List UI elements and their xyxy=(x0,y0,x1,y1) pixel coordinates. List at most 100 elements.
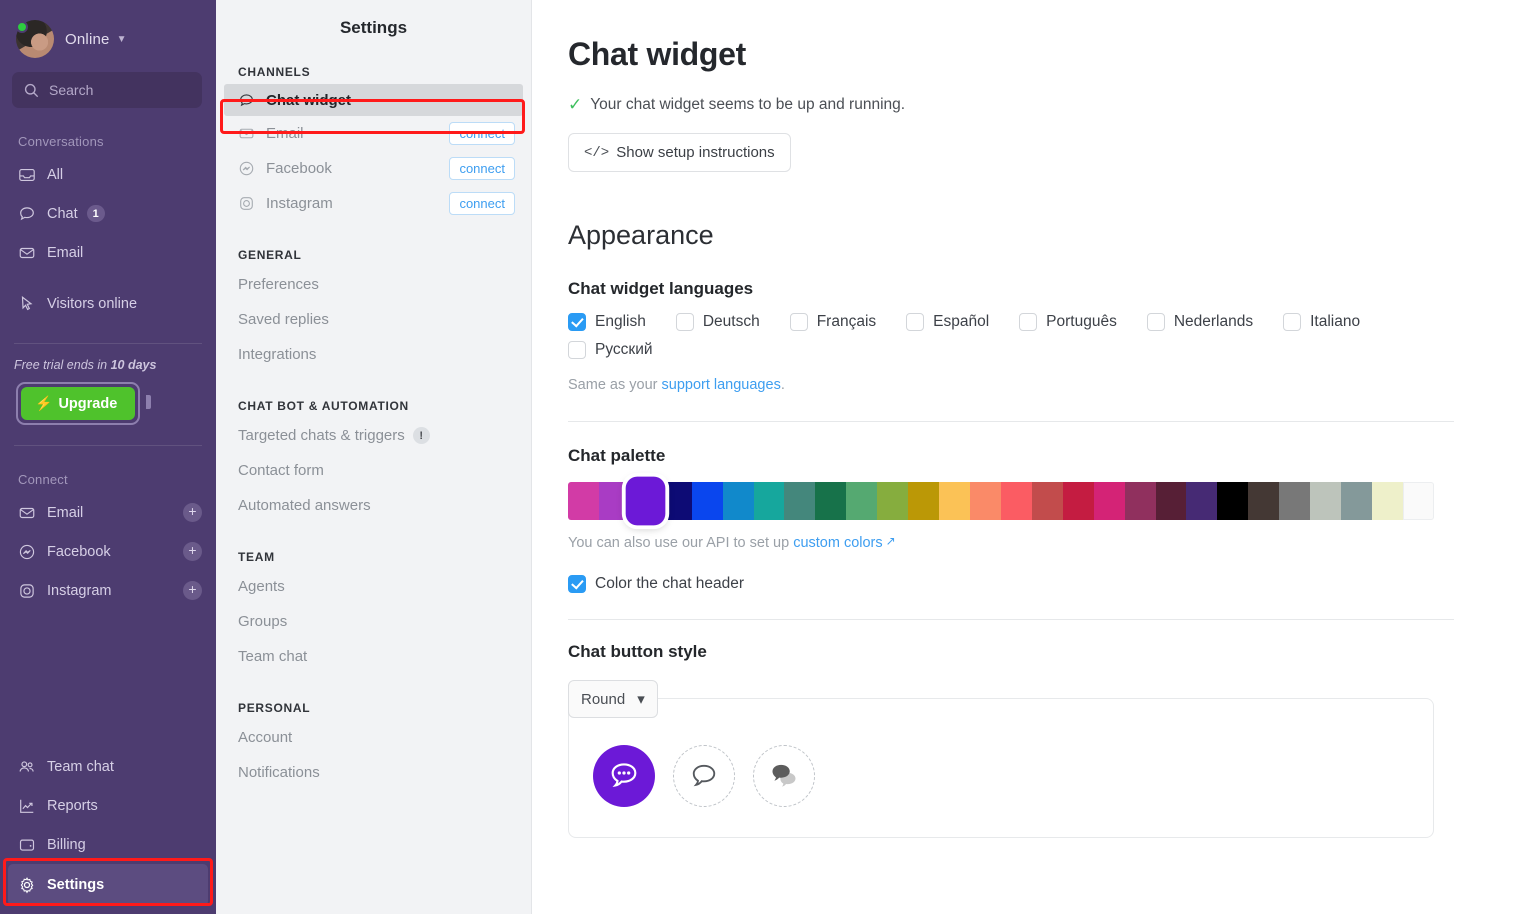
checkbox-english[interactable] xyxy=(568,313,586,331)
settings-item-instagram[interactable]: Instagram connect xyxy=(216,186,531,221)
support-languages-link[interactable]: support languages xyxy=(662,377,781,393)
language-option-francais[interactable]: Français xyxy=(789,313,876,331)
connect-instagram-button[interactable]: connect xyxy=(449,192,515,215)
language-option-nederlands[interactable]: Nederlands xyxy=(1146,313,1254,331)
checkbox-nederlands[interactable] xyxy=(1146,313,1165,331)
palette-swatch-11[interactable] xyxy=(908,482,940,520)
settings-item-automated-answers[interactable]: Automated answers xyxy=(216,488,531,523)
connect-email-button[interactable]: connect xyxy=(449,122,515,145)
sidebar-item-all[interactable]: All xyxy=(0,155,216,194)
palette-swatch-3[interactable] xyxy=(660,482,692,520)
sidebar-item-reports[interactable]: Reports xyxy=(0,786,216,825)
settings-item-account[interactable]: Account xyxy=(216,720,531,755)
connect-item-email[interactable]: Email + xyxy=(0,493,216,532)
avatar[interactable] xyxy=(16,20,54,58)
checkbox-color-chat-header[interactable] xyxy=(568,575,586,593)
profile-row[interactable]: Online ▼ xyxy=(0,0,216,64)
language-option-english[interactable]: English xyxy=(568,313,646,331)
language-label: Italiano xyxy=(1310,313,1361,330)
palette-swatch-19[interactable] xyxy=(1155,482,1187,520)
palette-swatch-7[interactable] xyxy=(784,482,816,520)
people-icon xyxy=(18,758,40,776)
languages-hint: Same as your support languages. xyxy=(568,377,1479,393)
settings-item-agents[interactable]: Agents xyxy=(216,569,531,604)
palette-swatch-27[interactable] xyxy=(1402,482,1434,520)
palette-swatch-15[interactable] xyxy=(1031,482,1063,520)
upgrade-button[interactable]: ⚡ Upgrade xyxy=(21,387,136,420)
palette-swatch-14[interactable] xyxy=(1000,482,1032,520)
add-instagram-button[interactable]: + xyxy=(183,581,202,600)
palette-swatch-9[interactable] xyxy=(846,482,878,520)
languages-hint-prefix: Same as your xyxy=(568,377,662,393)
settings-item-team-chat[interactable]: Team chat xyxy=(216,639,531,674)
language-option-russian[interactable]: Русский xyxy=(568,341,1449,359)
palette-swatch-13[interactable] xyxy=(969,482,1001,520)
settings-item-integrations[interactable]: Integrations xyxy=(216,337,531,372)
settings-item-chat-widget[interactable]: Chat widget xyxy=(224,84,523,116)
palette-swatch-5[interactable] xyxy=(722,482,754,520)
sidebar-item-team-chat[interactable]: Team chat xyxy=(0,747,216,786)
language-option-portugues[interactable]: Português xyxy=(1019,313,1117,331)
chat-palette-swatches[interactable] xyxy=(568,476,1434,526)
settings-item-email[interactable]: Email connect xyxy=(216,116,531,151)
palette-swatch-10[interactable] xyxy=(877,482,909,520)
settings-item-preferences[interactable]: Preferences xyxy=(216,267,531,302)
checkbox-russian[interactable] xyxy=(568,341,586,359)
settings-item-groups[interactable]: Groups xyxy=(216,604,531,639)
sidebar-item-email[interactable]: Email xyxy=(0,233,216,272)
search-input[interactable]: Search xyxy=(12,72,202,108)
language-option-italiano[interactable]: Italiano xyxy=(1283,313,1360,331)
chevron-down-icon[interactable]: ▼ xyxy=(117,34,127,45)
conversations-heading: Conversations xyxy=(18,134,104,149)
palette-swatch-23[interactable] xyxy=(1279,482,1311,520)
checkbox-francais[interactable] xyxy=(789,313,808,331)
palette-swatch-18[interactable] xyxy=(1124,482,1156,520)
color-chat-header-label: Color the chat header xyxy=(595,575,745,592)
connect-facebook-button[interactable]: connect xyxy=(449,157,515,180)
chat-button-option-double-bubble[interactable] xyxy=(753,745,815,807)
trial-prefix: Free trial ends in xyxy=(14,358,108,372)
sidebar-item-chat[interactable]: Chat 1 xyxy=(0,194,216,233)
language-label: Nederlands xyxy=(1173,313,1254,330)
palette-swatch-21[interactable] xyxy=(1217,482,1249,520)
connect-item-facebook[interactable]: Facebook + xyxy=(0,532,216,571)
checkbox-deutsch[interactable] xyxy=(675,313,694,331)
palette-swatch-17[interactable] xyxy=(1093,482,1125,520)
checkbox-espanol[interactable] xyxy=(906,313,925,331)
settings-item-targeted-chats[interactable]: Targeted chats & triggers ! xyxy=(216,418,531,453)
palette-swatch-24[interactable] xyxy=(1310,482,1342,520)
palette-swatch-8[interactable] xyxy=(815,482,847,520)
palette-swatch-6[interactable] xyxy=(753,482,785,520)
palette-swatch-2-selected[interactable] xyxy=(625,476,666,526)
sidebar-item-billing[interactable]: Billing xyxy=(0,825,216,864)
color-chat-header-option[interactable]: Color the chat header xyxy=(568,575,1449,593)
chat-button-option-round-filled[interactable] xyxy=(593,745,655,807)
settings-item-contact-form[interactable]: Contact form xyxy=(216,453,531,488)
sidebar-item-settings[interactable]: Settings xyxy=(8,864,208,906)
palette-swatch-12[interactable] xyxy=(939,482,970,520)
palette-swatch-25[interactable] xyxy=(1341,482,1372,520)
palette-swatch-4[interactable] xyxy=(691,482,723,520)
sidebar-item-visitors-online[interactable]: Visitors online xyxy=(0,284,216,323)
palette-swatch-20[interactable] xyxy=(1186,482,1218,520)
palette-swatch-22[interactable] xyxy=(1248,482,1280,520)
chat-button-option-outline-bubble[interactable] xyxy=(673,745,735,807)
language-option-deutsch[interactable]: Deutsch xyxy=(675,313,760,331)
checkbox-italiano[interactable] xyxy=(1283,313,1302,331)
show-setup-instructions-button[interactable]: </> Show setup instructions xyxy=(568,133,791,172)
palette-swatch-16[interactable] xyxy=(1062,482,1094,520)
add-email-button[interactable]: + xyxy=(183,503,202,522)
settings-item-saved-replies[interactable]: Saved replies xyxy=(216,302,531,337)
palette-swatch-26[interactable] xyxy=(1371,482,1403,520)
connect-item-instagram[interactable]: Instagram + xyxy=(0,571,216,610)
chat-button-shape-select[interactable]: Round ▾ xyxy=(568,680,658,718)
checkbox-portugues[interactable] xyxy=(1019,313,1038,331)
settings-item-facebook[interactable]: Facebook connect xyxy=(216,151,531,186)
custom-colors-link[interactable]: custom colors xyxy=(793,535,882,551)
language-option-espanol[interactable]: Español xyxy=(906,313,989,331)
palette-swatch-0[interactable] xyxy=(568,482,599,520)
settings-item-notifications[interactable]: Notifications xyxy=(216,755,531,790)
messenger-icon xyxy=(18,543,40,561)
bubble-dots-icon xyxy=(611,763,637,788)
add-facebook-button[interactable]: + xyxy=(183,542,202,561)
